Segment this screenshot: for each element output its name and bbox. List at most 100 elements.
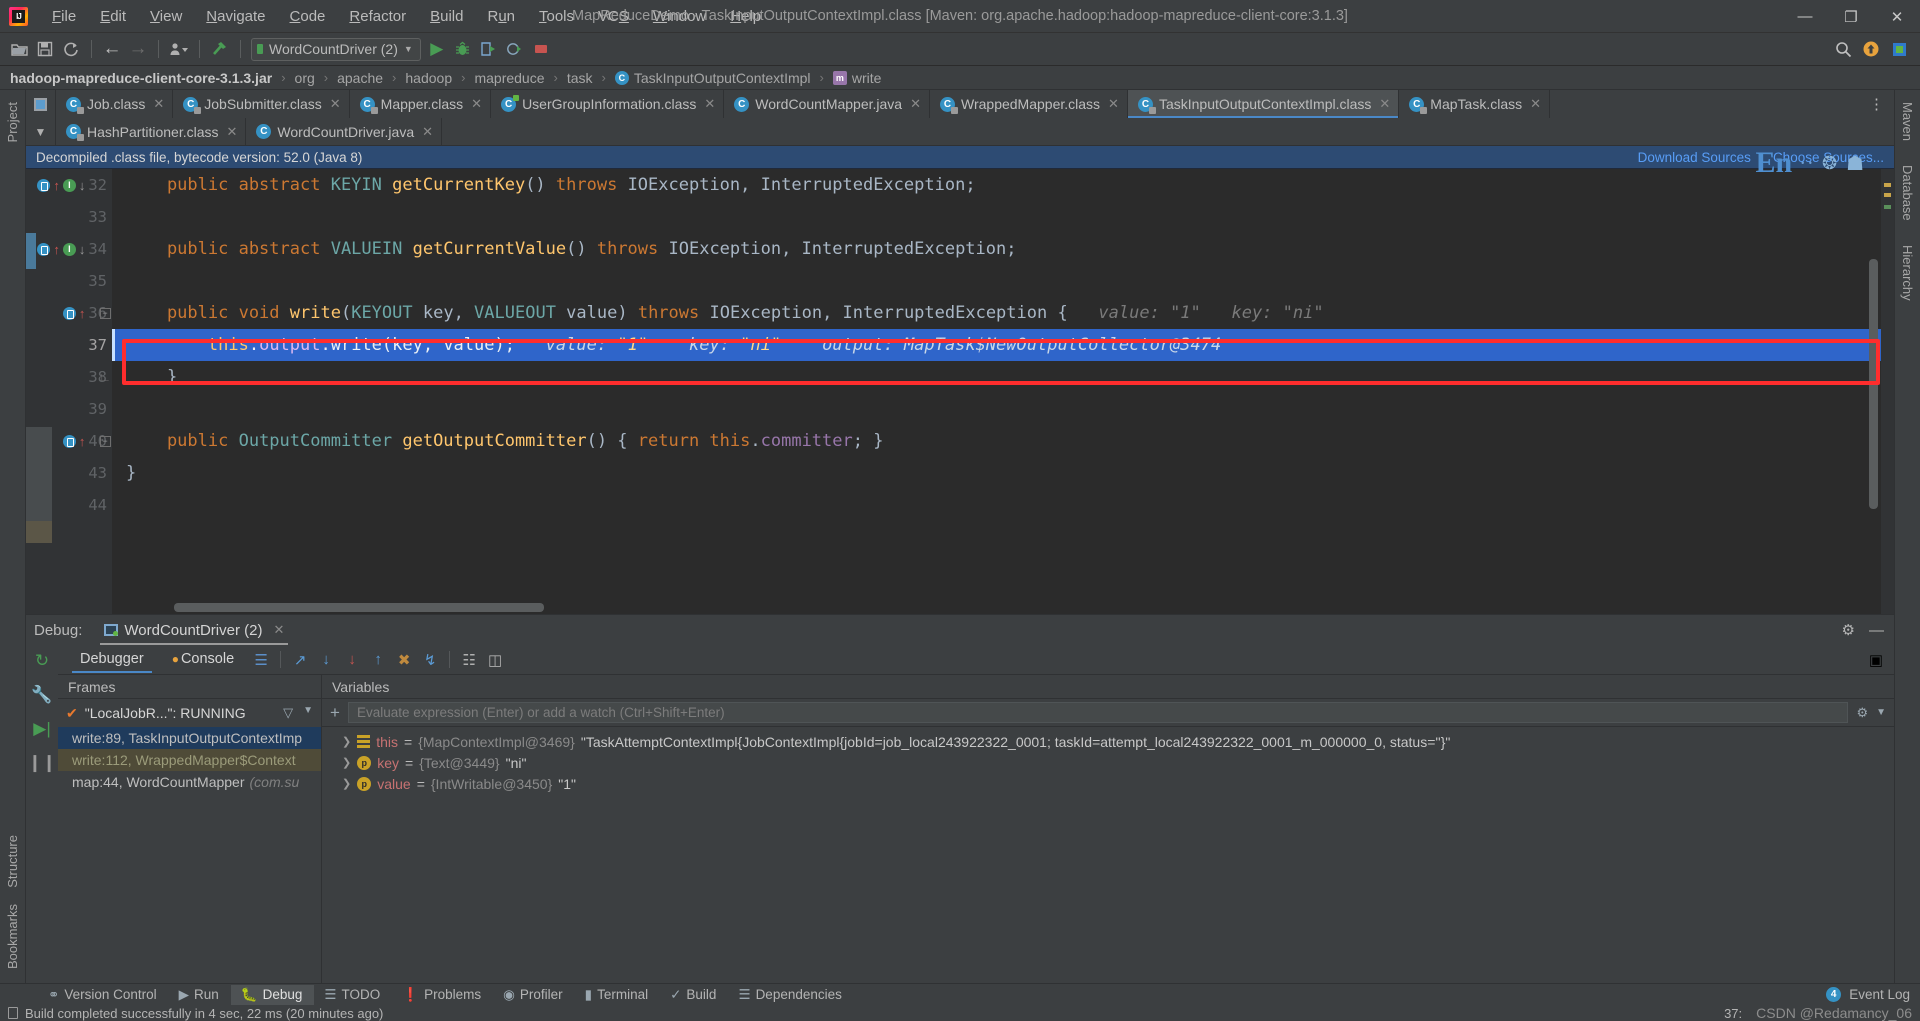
tab-wordcountmapper-java[interactable]: C WordCountMapper.java ✕ — [724, 90, 930, 118]
tab-console[interactable]: ● Console — [158, 647, 248, 672]
override-method-icon[interactable] — [37, 178, 51, 192]
code-area[interactable]: ↑ I ↓ 32 33 ↑ I ↓ 34 35 ↑ 36 37 38 39 ↑ … — [26, 169, 1894, 614]
menu-edit[interactable]: Edit — [88, 5, 138, 28]
menu-code[interactable]: Code — [278, 5, 338, 28]
sidebar-item-hierarchy[interactable]: Hierarchy — [1895, 237, 1920, 309]
bottom-tab-build[interactable]: ✓ Build — [660, 985, 728, 1005]
bottom-tab-version-control[interactable]: ⚭ Version Control — [38, 985, 169, 1005]
bottom-tab-run[interactable]: ▶ Run — [169, 985, 231, 1005]
layout-settings-icon[interactable]: ☰ — [248, 648, 274, 672]
build-hammer-icon[interactable] — [207, 36, 233, 62]
menu-navigate[interactable]: Navigate — [194, 5, 277, 28]
close-icon[interactable]: ✕ — [1530, 96, 1541, 112]
menu-file[interactable]: File — [40, 5, 88, 28]
fold-collapse-icon[interactable]: − — [99, 435, 111, 447]
minimize-icon[interactable]: — — [1869, 622, 1884, 639]
tab-hashpartitioner-class[interactable]: C HashPartitioner.class ✕ — [56, 118, 247, 145]
breadcrumb-task[interactable]: task — [567, 70, 593, 86]
tab-overflow-icon[interactable]: ⋮ — [1859, 90, 1894, 118]
sidebar-item-structure[interactable]: Structure — [0, 827, 25, 896]
fold-region-36[interactable]: − — [98, 297, 112, 329]
evaluate-expression-icon[interactable]: ☷ — [456, 648, 482, 672]
chevron-right-icon[interactable]: ❯ — [342, 756, 351, 769]
editor-marker-strip[interactable] — [1881, 169, 1894, 614]
profiler-run-icon[interactable] — [502, 36, 528, 62]
navigate-back-icon[interactable]: ← — [99, 36, 125, 62]
editor-gutter[interactable]: ↑ I ↓ 32 33 ↑ I ↓ 34 35 ↑ 36 37 38 39 ↑ … — [26, 169, 112, 614]
save-icon[interactable] — [32, 36, 58, 62]
frames-thread-selector[interactable]: ✔ "LocalJobR...": RUNNING ▽ ▼ — [58, 699, 321, 727]
frame-row[interactable]: map:44, WordCountMapper (com.su — [58, 771, 321, 793]
tab-list-toggle[interactable] — [26, 90, 56, 118]
bottom-tab-problems[interactable]: ❗ Problems — [392, 985, 493, 1005]
run-button[interactable]: ▶ — [424, 36, 450, 62]
caret-position[interactable]: 37: — [1724, 1006, 1742, 1021]
step-out-icon[interactable]: ↑ — [365, 648, 391, 672]
bottom-tab-todo[interactable]: ☰ TODO — [314, 985, 392, 1005]
step-into-icon[interactable]: ↓ — [313, 648, 339, 672]
tab-debugger[interactable]: Debugger — [66, 647, 158, 673]
chevron-right-icon[interactable]: ❯ — [342, 735, 351, 748]
variables-list[interactable]: ❯ this = {MapContextImpl@3469} "TaskAtte… — [322, 727, 1894, 983]
sidebar-item-maven[interactable]: Maven — [1895, 94, 1920, 149]
breadcrumb-hadoop[interactable]: hadoop — [405, 70, 452, 86]
debug-button[interactable] — [450, 36, 476, 62]
drop-frame-icon[interactable]: ✖ — [391, 648, 417, 672]
vcs-change-marker[interactable] — [26, 233, 36, 269]
settings-wrench-icon[interactable]: 🔧 — [31, 685, 52, 705]
stop-button[interactable] — [528, 36, 554, 62]
sidebar-item-bookmarks[interactable]: Bookmarks — [0, 896, 25, 977]
gear-icon[interactable]: ⚙ — [1842, 621, 1855, 639]
bottom-tab-debug[interactable]: 🐛 Debug — [230, 984, 315, 1005]
frame-row[interactable]: write:112, WrappedMapper$Context — [58, 749, 321, 771]
close-button[interactable]: ✕ — [1874, 0, 1920, 33]
event-log-label[interactable]: Event Log — [1849, 987, 1910, 1002]
close-icon[interactable]: ✕ — [704, 96, 715, 112]
fold-region-40[interactable]: − — [98, 425, 112, 457]
tab-usergroupinformation-class[interactable]: C UserGroupInformation.class ✕ — [491, 90, 725, 118]
watch-settings-icon[interactable]: ⚙ — [1856, 705, 1868, 721]
step-over-icon[interactable]: ↗ — [287, 648, 313, 672]
close-icon[interactable]: ✕ — [1379, 96, 1390, 112]
navigate-forward-icon[interactable]: → — [125, 36, 151, 62]
frame-row[interactable]: write:89, TaskInputOutputContextImp — [58, 727, 321, 749]
tab-job-class[interactable]: C Job.class ✕ — [56, 90, 174, 118]
close-icon[interactable]: ✕ — [910, 96, 921, 112]
breadcrumb-jar[interactable]: hadoop-mapreduce-client-core-3.1.3.jar — [10, 70, 272, 86]
sync-icon[interactable] — [58, 36, 84, 62]
run-with-coverage-icon[interactable] — [476, 36, 502, 62]
fold-collapse-icon[interactable]: − — [99, 307, 111, 319]
frames-list[interactable]: write:89, TaskInputOutputContextImp writ… — [58, 727, 321, 983]
ime-toolbox-icon[interactable]: ☗ — [1846, 151, 1864, 176]
chevron-right-icon[interactable]: ❯ — [342, 777, 351, 790]
close-icon[interactable]: ✕ — [471, 96, 482, 112]
input-language-badge[interactable]: En — [1755, 146, 1792, 180]
variable-row-key[interactable]: ❯ p key = {Text@3449} "ni" — [322, 752, 1894, 773]
run-configuration-selector[interactable]: WordCountDriver (2) ▼ — [251, 37, 421, 61]
close-icon[interactable]: ✕ — [1108, 96, 1119, 112]
search-everywhere-icon[interactable] — [1830, 36, 1856, 62]
force-step-into-icon[interactable]: ↓ — [339, 648, 365, 672]
chevron-down-icon[interactable]: ▼ — [1876, 707, 1886, 718]
download-sources-link[interactable]: Download Sources — [1638, 150, 1751, 165]
menu-run[interactable]: Run — [475, 5, 527, 28]
ime-keyboard-icon[interactable]: ❂ — [1822, 153, 1837, 174]
implementing-method-icon[interactable]: I — [62, 242, 76, 256]
close-icon[interactable]: ✕ — [227, 124, 238, 140]
breadcrumb-class[interactable]: C TaskInputOutputContextImpl — [614, 70, 811, 86]
maximize-button[interactable]: ❐ — [1828, 0, 1874, 33]
filter-icon[interactable]: ▽ — [283, 705, 293, 721]
bottom-tab-terminal[interactable]: ▮ Terminal — [575, 985, 660, 1005]
close-icon[interactable]: ✕ — [153, 96, 164, 112]
add-watch-icon[interactable]: + — [330, 703, 340, 723]
breadcrumb-mapreduce[interactable]: mapreduce — [474, 70, 544, 86]
breadcrumb-method[interactable]: m write — [832, 70, 881, 86]
ide-status-icon[interactable] — [1886, 36, 1912, 62]
resume-program-icon[interactable]: ▶| — [33, 719, 51, 739]
bottom-tab-profiler[interactable]: ◉ Profiler — [493, 985, 575, 1005]
editor-vertical-scrollbar[interactable] — [1869, 259, 1878, 509]
close-icon[interactable]: ✕ — [330, 96, 341, 112]
close-icon[interactable]: ✕ — [422, 124, 433, 140]
breadcrumb-apache[interactable]: apache — [337, 70, 383, 86]
breadcrumb-org[interactable]: org — [295, 70, 315, 86]
